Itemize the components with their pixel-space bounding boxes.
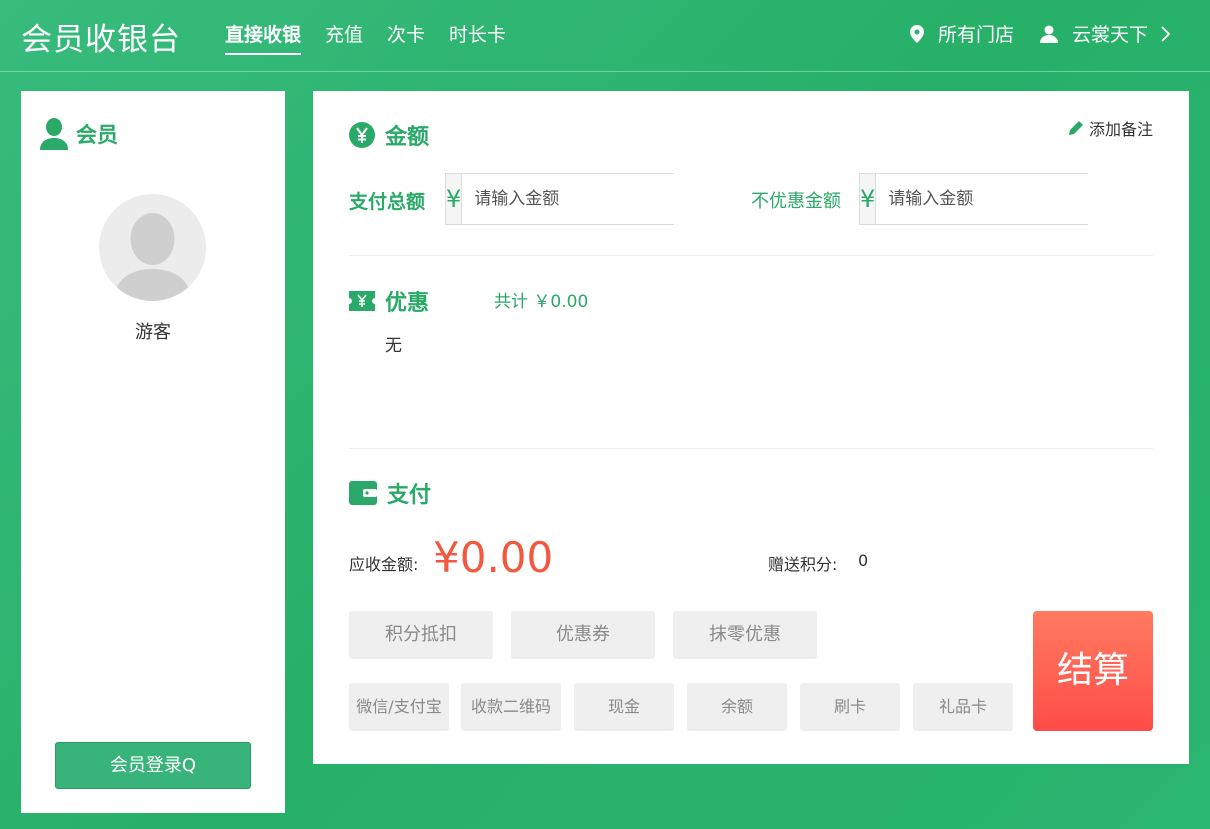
no-discount-amount-input[interactable] (876, 174, 1108, 224)
amount-section-title: 金额 (385, 125, 430, 150)
payment-section-header: 支付 (349, 477, 431, 509)
pencil-icon (1068, 121, 1083, 135)
yen-prefix: ¥ (860, 174, 877, 224)
location-pin-icon (909, 24, 924, 43)
default-avatar-icon (113, 213, 192, 301)
pay-card-swipe-button[interactable]: 刷卡 (800, 683, 900, 731)
discount-none-text: 无 (385, 336, 402, 356)
pay-wechat-alipay-button[interactable]: 微信/支付宝 (349, 683, 449, 731)
store-label: 所有门店 (937, 24, 1014, 46)
add-note-link[interactable]: 添加备注 (1067, 116, 1153, 140)
pay-balance-button[interactable]: 余额 (687, 683, 787, 731)
coupon-icon (349, 291, 375, 311)
user-menu[interactable]: 云裳天下 (1039, 20, 1184, 47)
discount-section-header: 优惠 (349, 285, 429, 317)
divider (349, 448, 1153, 449)
pay-cash-button[interactable]: 现金 (574, 683, 674, 731)
nav-time-card[interactable]: 时长卡 (449, 20, 506, 55)
member-panel: 会员 游客 会员登录Q (21, 91, 285, 813)
pay-qrcode-button[interactable]: 收款二维码 (461, 683, 561, 731)
nav-count-card[interactable]: 次卡 (387, 20, 425, 55)
header-right: 所有门店 云裳天下 (909, 20, 1184, 47)
guest-name: 游客 (135, 322, 171, 343)
payment-section-title: 支付 (387, 483, 432, 508)
nav-recharge[interactable]: 充值 (325, 20, 363, 55)
avatar (99, 194, 206, 301)
no-discount-amount-field: ¥ (859, 173, 1108, 225)
store-selector[interactable]: 所有门店 (909, 20, 1014, 47)
yen-circle-icon (349, 122, 375, 148)
total-amount-field: ¥ (445, 173, 694, 225)
add-note-label: 添加备注 (1088, 120, 1153, 139)
coupon-button[interactable]: 优惠券 (511, 611, 655, 659)
member-panel-header: 会员 (40, 118, 118, 150)
points-deduct-button[interactable]: 积分抵扣 (349, 611, 493, 659)
amount-due-label: 应收金额: (349, 555, 419, 574)
amount-section-header: 金额 (349, 119, 429, 151)
total-amount-input[interactable] (462, 174, 694, 224)
nav-direct-checkout[interactable]: 直接收银 (225, 20, 302, 55)
discount-section-title: 优惠 (385, 291, 430, 316)
bonus-points-label: 赠送积分: (768, 555, 838, 574)
chevron-right-icon (1161, 25, 1170, 42)
bonus-points-value: 0 (858, 551, 869, 570)
main-nav: 直接收银 充值 次卡 时长卡 (225, 20, 530, 55)
total-amount-label: 支付总额 (349, 191, 426, 213)
wallet-icon (349, 481, 377, 505)
divider (349, 255, 1153, 256)
round-off-button[interactable]: 抹零优惠 (673, 611, 817, 659)
settle-button[interactable]: 结算 (1033, 611, 1153, 731)
user-icon (1039, 25, 1058, 43)
checkout-panel: 金额 添加备注 支付总额 ¥ 不优惠金额 ¥ 优惠 共计 ￥0.00 无 支付 (313, 91, 1189, 764)
no-discount-amount-label: 不优惠金额 (751, 191, 841, 212)
yen-prefix: ¥ (446, 174, 463, 224)
member-login-button[interactable]: 会员登录Q (55, 742, 251, 789)
app-title: 会员收银台 (21, 22, 181, 58)
user-label: 云裳天下 (1071, 24, 1148, 46)
top-bar: 会员收银台 直接收银 充值 次卡 时长卡 所有门店 云裳天下 (0, 0, 1210, 72)
discount-total: 共计 ￥0.00 (494, 292, 589, 312)
member-panel-title: 会员 (76, 123, 118, 147)
member-icon (40, 118, 68, 150)
pay-gift-card-button[interactable]: 礼品卡 (913, 683, 1013, 731)
amount-due-value: ¥0.00 (433, 533, 554, 582)
